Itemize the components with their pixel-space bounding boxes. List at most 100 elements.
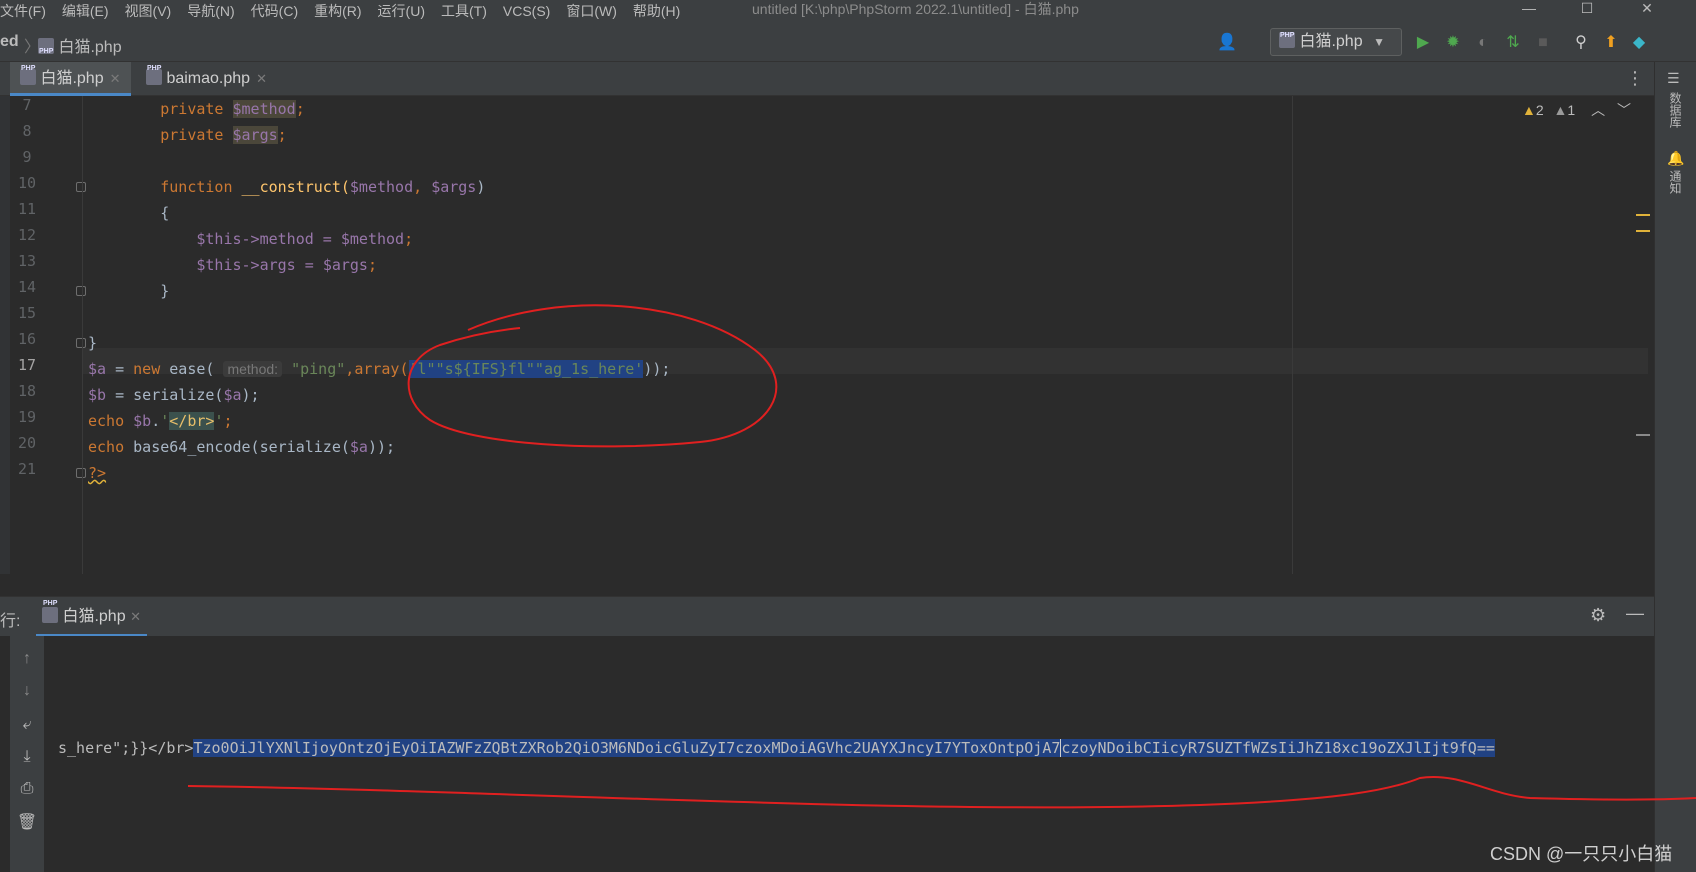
jetbrains-icon[interactable]: ◆ bbox=[1626, 30, 1652, 56]
tab-baimao-cn[interactable]: 白猫.php ✕ bbox=[10, 52, 131, 96]
weak-warning-icon: ▲ bbox=[1553, 102, 1568, 118]
code-token: = bbox=[106, 360, 134, 378]
code-line-12: $this->method = $method; bbox=[88, 226, 413, 252]
selected-text: 'l""s${IFS}fl""ag_1s_here' bbox=[408, 360, 644, 378]
attach-icon[interactable]: ⇅ bbox=[1500, 30, 1526, 56]
code-token: $args bbox=[232, 126, 278, 144]
run-side-toolbar: ↑ ↓ ⤶ ⤓ ⎙ 🗑 bbox=[10, 636, 44, 872]
code-area[interactable]: private $method; private $args; function… bbox=[82, 96, 1654, 574]
line-number: 15 bbox=[17, 304, 37, 322]
warning-stripe[interactable] bbox=[1636, 214, 1650, 216]
code-line-14: } bbox=[88, 278, 169, 304]
warning-count: 2 bbox=[1535, 102, 1544, 118]
code-token: echo bbox=[88, 412, 134, 430]
maximize-icon[interactable]: ☐ bbox=[1564, 0, 1610, 18]
code-token: ; bbox=[277, 126, 287, 144]
code-token: $method bbox=[340, 230, 405, 248]
tab-label: 白猫.php bbox=[40, 70, 104, 87]
menu-run[interactable]: 运行(U) bbox=[370, 0, 433, 22]
coverage-icon[interactable]: ◐ bbox=[1470, 30, 1496, 56]
tab-label: baimao.php bbox=[166, 70, 251, 87]
code-token: "ping" bbox=[291, 360, 346, 378]
print-icon[interactable]: ⎙ bbox=[16, 780, 38, 798]
trash-icon[interactable]: 🗑 bbox=[16, 812, 38, 832]
run-tab-label: 白猫.php bbox=[62, 608, 126, 625]
menu-view[interactable]: 视图(V) bbox=[117, 0, 180, 22]
menu-window[interactable]: 窗口(W) bbox=[558, 0, 625, 22]
menu-file[interactable]: 文件(F) bbox=[0, 0, 54, 22]
previous-highlight-icon[interactable]: ︿ bbox=[1591, 102, 1605, 118]
parameter-hint: method: bbox=[223, 361, 283, 377]
line-number: 7 bbox=[22, 96, 32, 114]
line-number: 21 bbox=[17, 460, 37, 478]
hide-panel-icon[interactable]: — bbox=[1626, 603, 1644, 624]
run-config-selector[interactable]: 白猫.php ▼ bbox=[1270, 23, 1402, 56]
run-tool-header: 行: 白猫.php ✕ ⚙ — bbox=[0, 584, 1654, 637]
code-token: $a bbox=[88, 360, 107, 378]
breadcrumb-file[interactable]: 白猫.php bbox=[38, 33, 122, 57]
run-tab[interactable]: 白猫.php ✕ bbox=[36, 584, 147, 637]
breadcrumb-project[interactable]: ed bbox=[0, 33, 19, 51]
code-token: $b bbox=[133, 412, 152, 430]
right-margin-guide bbox=[1292, 96, 1293, 574]
php-file-icon bbox=[146, 52, 162, 86]
code-line-19: echo $b.'</br>'; bbox=[88, 408, 233, 434]
close-tab-icon[interactable]: ✕ bbox=[256, 71, 267, 86]
notifications-tool-label[interactable]: 通知 bbox=[1667, 170, 1684, 194]
code-line-8: private $args; bbox=[88, 122, 287, 148]
code-token: </br> bbox=[169, 412, 215, 430]
scroll-to-end-icon[interactable]: ⤓ bbox=[16, 748, 38, 766]
close-window-icon[interactable]: ✕ bbox=[1624, 0, 1670, 18]
code-line-7: private $method; bbox=[88, 96, 305, 122]
code-token: $method bbox=[349, 178, 414, 196]
user-icon[interactable]: 👤▾ bbox=[1214, 30, 1240, 77]
bell-icon[interactable]: 🔔 bbox=[1667, 150, 1684, 167]
run-console[interactable]: ↑ ↓ ⤶ ⤓ ⎙ 🗑 s_here";}}</br>Tzo0OiJlYXNlI… bbox=[0, 636, 1654, 872]
weak-warning-stripe[interactable] bbox=[1636, 434, 1650, 436]
scroll-down-icon[interactable]: ↓ bbox=[16, 682, 38, 700]
scroll-up-icon[interactable]: ↑ bbox=[16, 650, 38, 668]
more-tabs-icon[interactable]: ⋮ bbox=[1626, 68, 1644, 89]
menu-tools[interactable]: 工具(T) bbox=[433, 0, 495, 22]
menu-help[interactable]: 帮助(H) bbox=[625, 0, 688, 22]
code-token: ?> bbox=[88, 464, 107, 482]
run-label: 行: bbox=[0, 613, 21, 630]
close-tab-icon[interactable]: ✕ bbox=[110, 71, 121, 86]
menu-refactor[interactable]: 重构(R) bbox=[306, 0, 369, 22]
stop-icon[interactable]: ■ bbox=[1530, 30, 1556, 56]
code-editor[interactable]: 7 8 9 10 11 12 13 14 15 16 17 18 19 20 2… bbox=[0, 96, 1654, 574]
line-number: 19 bbox=[17, 408, 37, 426]
code-token: ; bbox=[223, 412, 233, 430]
update-icon[interactable]: ⬆ bbox=[1598, 30, 1624, 56]
php-file-icon bbox=[20, 52, 36, 86]
code-line-17: $a = new ease( method: "ping",array('l""… bbox=[88, 356, 670, 382]
gear-icon[interactable]: ⚙ bbox=[1590, 605, 1606, 626]
code-token: private bbox=[160, 100, 233, 118]
menu-edit[interactable]: 编辑(E) bbox=[54, 0, 117, 22]
menu-navigate[interactable]: 导航(N) bbox=[179, 0, 242, 22]
run-icon[interactable]: ▶ bbox=[1410, 30, 1436, 56]
menu-vcs[interactable]: VCS(S) bbox=[495, 0, 558, 22]
line-number: 9 bbox=[22, 148, 32, 166]
next-highlight-icon[interactable]: ﹀ bbox=[1617, 102, 1631, 118]
code-line-21: ?> bbox=[88, 460, 106, 486]
code-token: ; bbox=[295, 100, 305, 118]
soft-wrap-icon[interactable]: ⤶ bbox=[16, 716, 38, 734]
menu-code[interactable]: 代码(C) bbox=[243, 0, 306, 22]
right-tool-strip: ☰ 数据库 🔔 通知 bbox=[1654, 62, 1696, 872]
close-run-tab-icon[interactable]: ✕ bbox=[130, 609, 141, 624]
breadcrumb-file-label: 白猫.php bbox=[58, 39, 122, 56]
inspection-widget[interactable]: ▲2 ▲1 ︿ ﹀ bbox=[1522, 100, 1631, 120]
database-icon[interactable]: ☰ bbox=[1667, 70, 1680, 87]
warning-stripe[interactable] bbox=[1636, 230, 1650, 232]
debug-icon[interactable]: ✹ bbox=[1440, 30, 1466, 56]
database-tool-label[interactable]: 数据库 bbox=[1667, 92, 1684, 128]
code-token: )); bbox=[367, 438, 396, 456]
code-line-11: { bbox=[88, 200, 169, 226]
minimize-icon[interactable]: — bbox=[1506, 0, 1552, 18]
code-token: ' bbox=[160, 412, 170, 430]
tab-baimao[interactable]: baimao.php ✕ bbox=[136, 52, 277, 96]
code-token: function bbox=[160, 178, 242, 196]
search-icon[interactable]: ⚲ bbox=[1568, 30, 1594, 56]
line-number: 14 bbox=[17, 278, 37, 296]
